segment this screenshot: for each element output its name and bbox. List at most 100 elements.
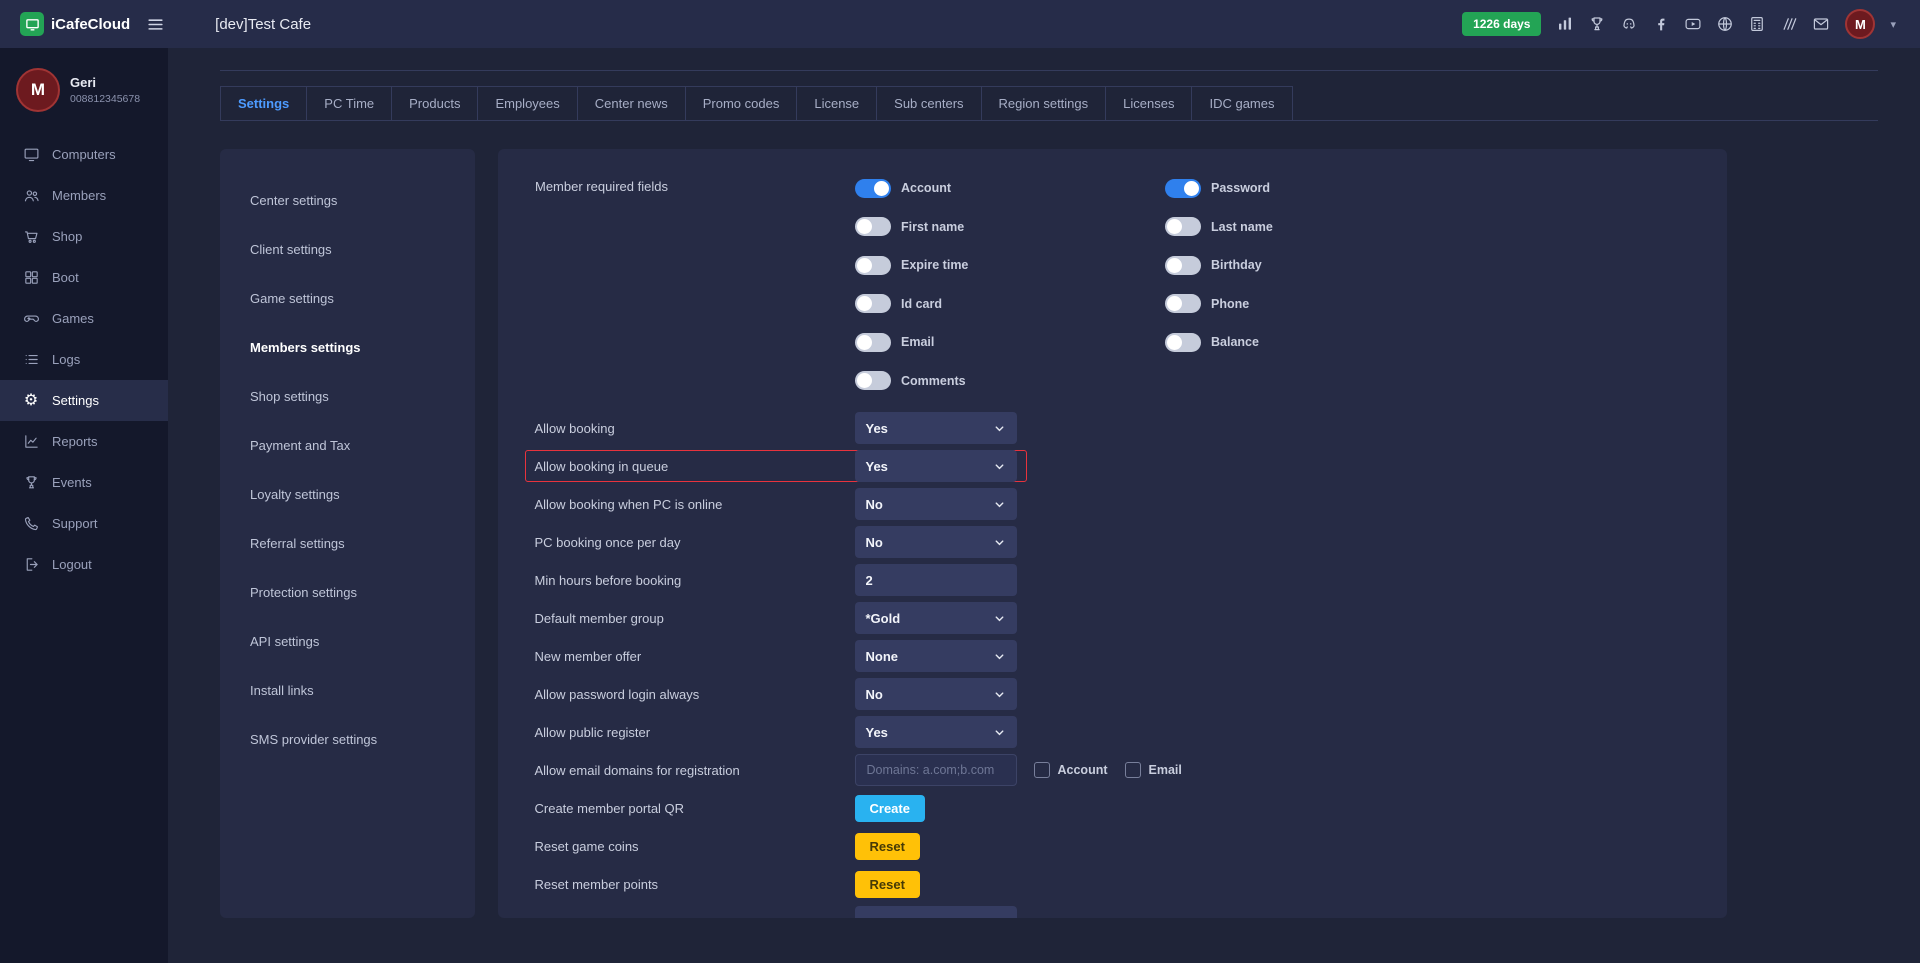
sidebar-item-members[interactable]: Members	[0, 175, 168, 216]
tab-settings[interactable]: Settings	[220, 86, 307, 120]
computers-icon	[22, 146, 40, 163]
select-value: Yes	[866, 459, 888, 474]
toggle-knob	[1167, 335, 1182, 350]
facebook-icon[interactable]	[1652, 15, 1670, 33]
sidebar-item-shop[interactable]: Shop	[0, 216, 168, 257]
toggle-birthday[interactable]	[1165, 256, 1201, 275]
chevron-down-icon[interactable]: ▾	[1890, 18, 1896, 31]
toggle-knob	[1184, 181, 1199, 196]
sidebar-item-reports[interactable]: Reports	[0, 421, 168, 462]
sidebar-item-boot[interactable]: Boot	[0, 257, 168, 298]
toggle-row-comments: Comments	[855, 362, 1165, 401]
brand[interactable]: iCafeCloud	[0, 12, 130, 36]
input-min-hours-before-booking[interactable]	[855, 564, 1017, 596]
toggle-id-card[interactable]	[855, 294, 891, 313]
select-allow-password-login-always[interactable]: No	[855, 678, 1017, 710]
select-allow-booking-when-pc-is-online[interactable]: No	[855, 488, 1017, 520]
tab-idc-games[interactable]: IDC games	[1191, 86, 1292, 120]
form-row-default-member-group: Default member group*Gold	[525, 602, 1027, 634]
sidebar-item-logs[interactable]: Logs	[0, 339, 168, 380]
select-allow-booking[interactable]: Yes	[855, 412, 1017, 444]
select-allow-booking-in-queue[interactable]: Yes	[855, 450, 1017, 482]
toggle-knob	[857, 258, 872, 273]
tabs-zone: SettingsPC TimeProductsEmployeesCenter n…	[220, 70, 1878, 121]
select-partial[interactable]: Yes	[855, 906, 1017, 918]
submenu-item-api-settings[interactable]: API settings	[220, 617, 475, 666]
submenu-item-shop-settings[interactable]: Shop settings	[220, 372, 475, 421]
sidebar-item-events[interactable]: Events	[0, 462, 168, 503]
youtube-icon[interactable]	[1684, 15, 1702, 33]
sidebar-item-settings[interactable]: ⚙Settings	[0, 380, 168, 421]
checkbox-email[interactable]	[1125, 762, 1141, 778]
sidebar-item-label: Reports	[52, 434, 98, 449]
toggle-column-1: AccountFirst nameExpire timeId cardEmail…	[855, 169, 1165, 400]
tab-sub-centers[interactable]: Sub centers	[876, 86, 981, 120]
select-value: No	[866, 535, 883, 550]
submenu-item-client-settings[interactable]: Client settings	[220, 225, 475, 274]
globe-icon[interactable]	[1716, 15, 1734, 33]
submenu-item-payment-and-tax[interactable]: Payment and Tax	[220, 421, 475, 470]
sidebar-item-logout[interactable]: Logout	[0, 544, 168, 585]
tab-pc-time[interactable]: PC Time	[306, 86, 392, 120]
tab-region-settings[interactable]: Region settings	[981, 86, 1107, 120]
mail-icon[interactable]	[1812, 15, 1830, 33]
checkbox-account[interactable]	[1034, 762, 1050, 778]
submenu-item-install-links[interactable]: Install links	[220, 666, 475, 715]
tab-products[interactable]: Products	[391, 86, 478, 120]
hamburger-menu-icon[interactable]	[146, 15, 165, 34]
submenu-item-sms-provider-settings[interactable]: SMS provider settings	[220, 715, 475, 764]
user-avatar[interactable]: M	[1845, 9, 1875, 39]
input-allow-email-domains-for-registration[interactable]	[855, 754, 1017, 786]
select-allow-public-register[interactable]: Yes	[855, 716, 1017, 748]
sidebar-item-games[interactable]: Games	[0, 298, 168, 339]
reset-member-points-button[interactable]: Reset	[855, 871, 920, 898]
toggle-password[interactable]	[1165, 179, 1201, 198]
toggle-balance[interactable]	[1165, 333, 1201, 352]
form-label: Min hours before booking	[535, 573, 855, 588]
select-default-member-group[interactable]: *Gold	[855, 602, 1017, 634]
select-pc-booking-once-per-day[interactable]: No	[855, 526, 1017, 558]
submenu-item-loyalty-settings[interactable]: Loyalty settings	[220, 470, 475, 519]
trophy-icon[interactable]	[1588, 15, 1606, 33]
tab-license[interactable]: License	[796, 86, 877, 120]
toggle-email[interactable]	[855, 333, 891, 352]
submenu-item-referral-settings[interactable]: Referral settings	[220, 519, 475, 568]
submenu-item-protection-settings[interactable]: Protection settings	[220, 568, 475, 617]
checkbox-option-account[interactable]: Account	[1034, 762, 1108, 778]
form-label: Default member group	[535, 611, 855, 626]
sidebar-item-support[interactable]: Support	[0, 503, 168, 544]
sidebar-item-computers[interactable]: Computers	[0, 134, 168, 175]
window-title: [dev]Test Cafe	[215, 16, 311, 33]
select-new-member-offer[interactable]: None	[855, 640, 1017, 672]
chevron-down-icon	[993, 536, 1006, 549]
tab-licenses[interactable]: Licenses	[1105, 86, 1192, 120]
submenu-item-center-settings[interactable]: Center settings	[220, 176, 475, 225]
tab-employees[interactable]: Employees	[477, 86, 577, 120]
toggle-account[interactable]	[855, 179, 891, 198]
form-label: Allow booking when PC is online	[535, 497, 855, 512]
discord-icon[interactable]	[1620, 15, 1638, 33]
toggle-last-name[interactable]	[1165, 217, 1201, 236]
themes-icon[interactable]	[1780, 15, 1798, 33]
days-badge: 1226 days	[1462, 12, 1541, 36]
billing-icon[interactable]	[1748, 15, 1766, 33]
submenu-item-game-settings[interactable]: Game settings	[220, 274, 475, 323]
stats-icon[interactable]	[1556, 15, 1574, 33]
reset-game-coins-button[interactable]: Reset	[855, 833, 920, 860]
checkbox-option-email[interactable]: Email	[1125, 762, 1182, 778]
tab-promo-codes[interactable]: Promo codes	[685, 86, 798, 120]
submenu-item-members-settings[interactable]: Members settings	[220, 323, 475, 372]
toggle-expire-time[interactable]	[855, 256, 891, 275]
toggle-phone[interactable]	[1165, 294, 1201, 313]
toggle-label: Comments	[901, 374, 966, 388]
settings-form-rows: Allow bookingYesAllow booking in queueYe…	[535, 412, 1697, 918]
chevron-down-icon	[993, 422, 1006, 435]
toggle-comments[interactable]	[855, 371, 891, 390]
toggle-first-name[interactable]	[855, 217, 891, 236]
tab-center-news[interactable]: Center news	[577, 86, 686, 120]
form-row-new-member-offer: New member offerNone	[525, 640, 1027, 672]
form-row-pc-booking-once-per-day: PC booking once per dayNo	[525, 526, 1027, 558]
create-member-portal-qr-button[interactable]: Create	[855, 795, 925, 822]
toggle-knob	[857, 373, 872, 388]
sidebar-item-label: Events	[52, 475, 92, 490]
